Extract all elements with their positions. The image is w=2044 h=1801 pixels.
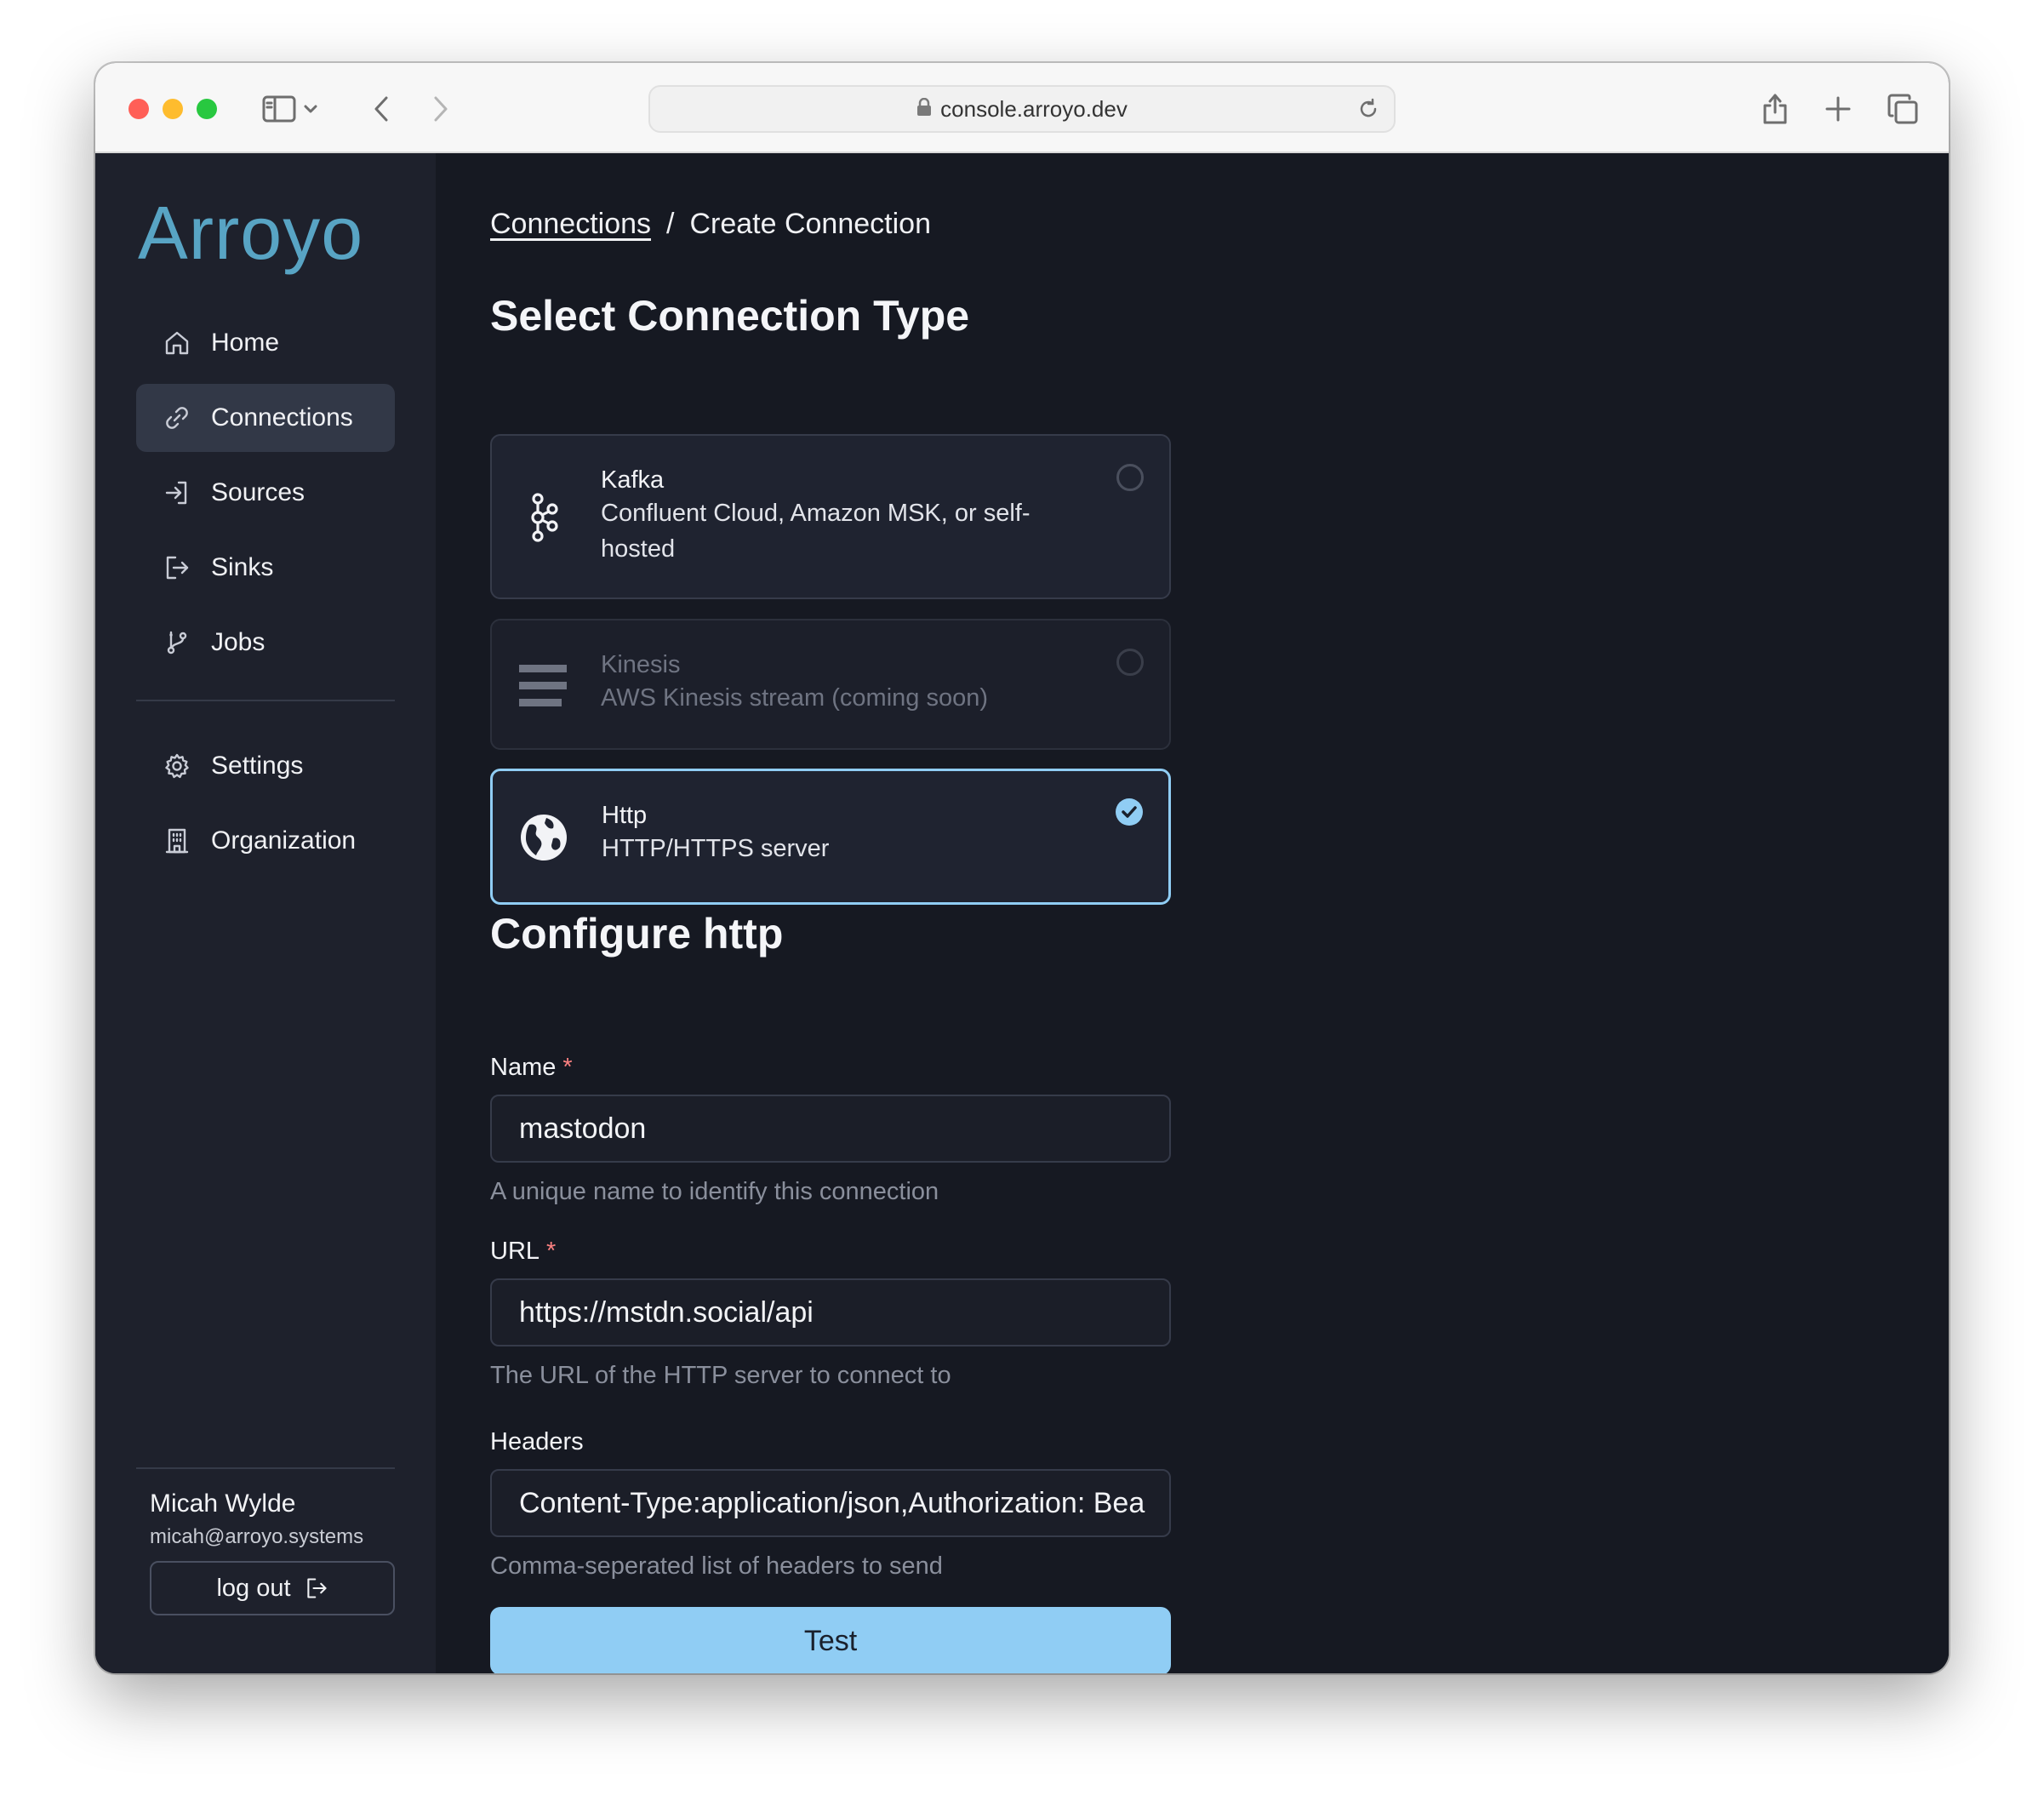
new-tab-icon[interactable] (1819, 90, 1857, 128)
logout-label: log out (216, 1574, 291, 1602)
kinesis-radio (1116, 649, 1144, 676)
connection-type-kinesis: Kinesis AWS Kinesis stream (coming soon) (490, 619, 1171, 750)
url-label-text: URL (490, 1238, 540, 1265)
home-icon (162, 328, 192, 358)
url-help-text: The URL of the HTTP server to connect to (490, 1362, 951, 1389)
gear-icon (162, 751, 192, 781)
name-label: Name * (490, 1054, 573, 1082)
name-input[interactable]: mastodon (490, 1095, 1171, 1163)
kinesis-title: Kinesis (601, 651, 681, 678)
arroyo-logo[interactable]: Arroyo (138, 196, 363, 271)
sidebar-item-connections[interactable]: Connections (136, 384, 395, 452)
minimize-window-button[interactable] (163, 99, 183, 119)
check-icon (1122, 806, 1137, 818)
kafka-radio[interactable] (1116, 464, 1144, 491)
browser-window: console.arroyo.dev Arroyo Home Connectio… (95, 63, 1949, 1673)
url-input[interactable]: https://mstdn.social/api (490, 1278, 1171, 1346)
sidebar-bottom-divider (136, 1467, 395, 1469)
globe-icon (518, 812, 569, 863)
name-label-text: Name (490, 1054, 557, 1081)
sidebar-item-label: Sources (211, 478, 305, 506)
headers-help-text: Comma-seperated list of headers to send (490, 1552, 943, 1580)
breadcrumb: Connections / Create Connection (490, 208, 931, 241)
kinesis-icon (517, 660, 568, 711)
chevron-down-icon[interactable] (298, 90, 323, 128)
sidebar-toggle-icon[interactable] (260, 90, 298, 128)
sidebar-item-label: Sinks (211, 553, 274, 581)
kinesis-description: AWS Kinesis stream (coming soon) (601, 684, 989, 712)
required-marker: * (546, 1238, 557, 1265)
connection-type-http[interactable]: Http HTTP/HTTPS server (490, 769, 1171, 905)
sidebar: Arroyo Home Connections Sources Sinks Jo… (95, 153, 436, 1673)
address-bar[interactable]: console.arroyo.dev (648, 85, 1396, 133)
main-content: Connections / Create Connection Select C… (436, 153, 1949, 1673)
sign-out-icon (162, 552, 192, 583)
configure-http-title: Configure http (490, 910, 784, 958)
lock-icon (916, 96, 932, 123)
sidebar-item-settings[interactable]: Settings (136, 732, 395, 800)
git-branch-icon (162, 627, 192, 658)
headers-input[interactable]: Content-Type:application/json,Authorizat… (490, 1469, 1171, 1537)
sidebar-item-sinks[interactable]: Sinks (136, 534, 395, 602)
back-arrow-icon[interactable] (363, 90, 400, 128)
close-window-button[interactable] (128, 99, 149, 119)
share-icon[interactable] (1756, 90, 1794, 128)
required-marker: * (562, 1054, 573, 1081)
sidebar-item-organization[interactable]: Organization (136, 807, 395, 875)
reload-icon[interactable] (1356, 97, 1380, 127)
http-description: HTTP/HTTPS server (602, 835, 830, 862)
tab-overview-icon[interactable] (1884, 90, 1921, 128)
kafka-title: Kafka (601, 466, 665, 494)
http-radio[interactable] (1116, 798, 1143, 826)
url-label: URL * (490, 1238, 556, 1266)
breadcrumb-separator: / (666, 208, 675, 240)
sidebar-item-home[interactable]: Home (136, 309, 395, 377)
forward-arrow-icon[interactable] (422, 90, 460, 128)
select-connection-type-title: Select Connection Type (490, 292, 970, 340)
user-name: Micah Wylde (150, 1489, 296, 1518)
sidebar-item-label: Organization (211, 826, 357, 855)
sign-in-icon (162, 477, 192, 508)
sidebar-item-sources[interactable]: Sources (136, 459, 395, 527)
sidebar-item-jobs[interactable]: Jobs (136, 609, 395, 677)
sidebar-item-label: Home (211, 329, 280, 357)
browser-toolbar: console.arroyo.dev (95, 63, 1949, 153)
sidebar-divider (136, 700, 395, 701)
maximize-window-button[interactable] (197, 99, 217, 119)
url-text: console.arroyo.dev (940, 95, 1128, 122)
sidebar-item-label: Connections (211, 403, 353, 432)
kafka-description: Confluent Cloud, Amazon MSK, or self-hos… (601, 500, 1031, 563)
http-title: Http (602, 802, 648, 829)
building-icon (162, 826, 192, 856)
user-email: micah@arroyo.systems (150, 1525, 364, 1548)
sidebar-item-label: Jobs (211, 628, 265, 656)
connection-type-kafka[interactable]: Kafka Confluent Cloud, Amazon MSK, or se… (490, 434, 1171, 599)
kafka-icon (517, 492, 568, 543)
logout-icon (306, 1578, 327, 1598)
link-icon (162, 403, 192, 433)
breadcrumb-connections-link[interactable]: Connections (490, 208, 651, 241)
test-button[interactable]: Test (490, 1607, 1171, 1673)
breadcrumb-current: Create Connection (689, 208, 931, 240)
sidebar-item-label: Settings (211, 752, 304, 780)
logout-button[interactable]: log out (150, 1561, 395, 1615)
headers-label: Headers (490, 1428, 584, 1455)
name-help-text: A unique name to identify this connectio… (490, 1178, 939, 1205)
